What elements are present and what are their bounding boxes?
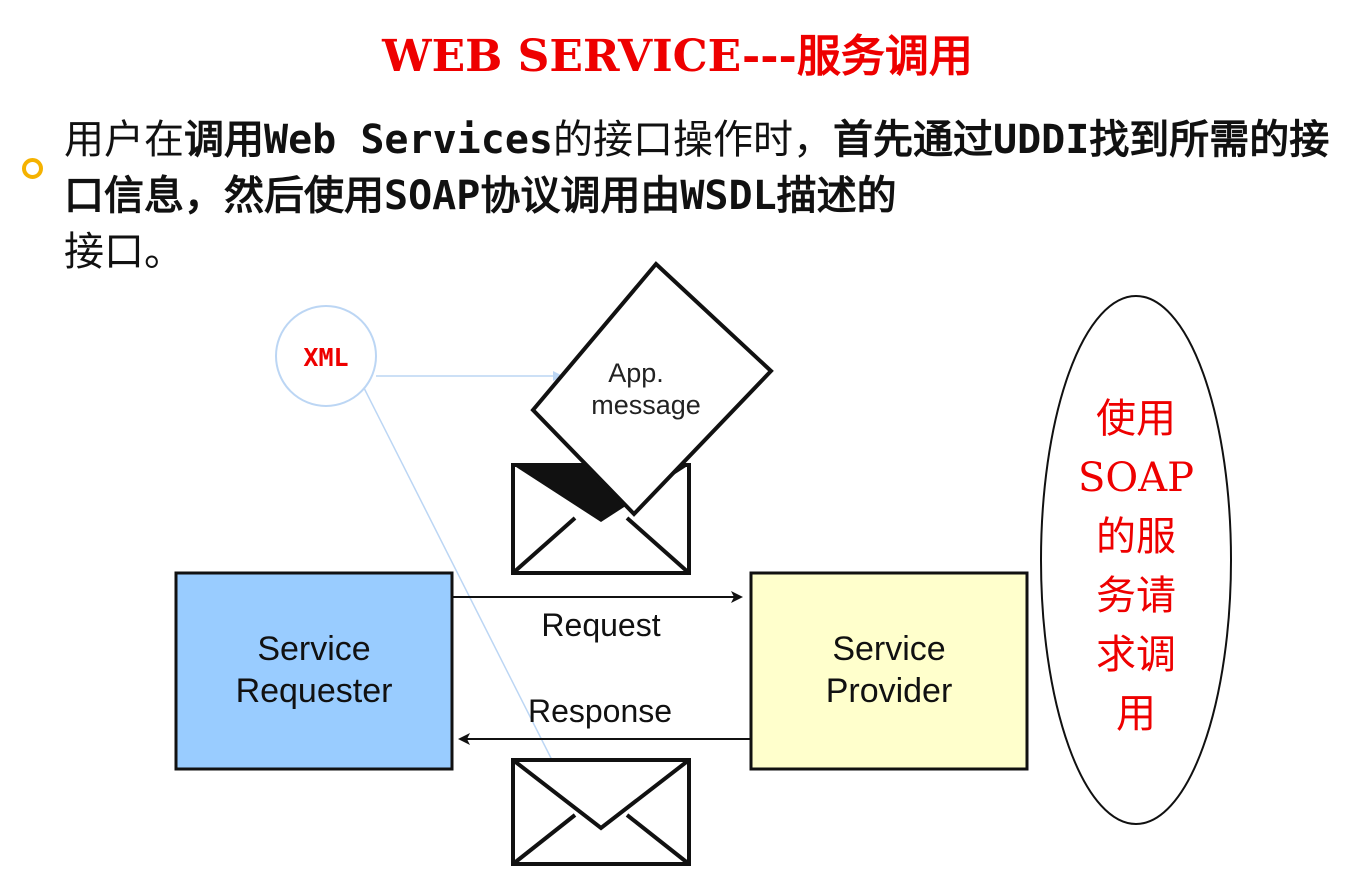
requester-label-line1: Service bbox=[257, 630, 370, 668]
provider-label-line2: Provider bbox=[826, 672, 953, 710]
side-note-line: 使用 bbox=[1096, 396, 1176, 442]
app-message-line1: App. bbox=[608, 358, 664, 388]
side-note-line: 务请 bbox=[1096, 573, 1176, 619]
response-label: Response bbox=[528, 693, 672, 729]
soap-diagram: XML App. message Service Requester Servi… bbox=[174, 261, 1232, 866]
requester-label-line2: Requester bbox=[236, 672, 393, 710]
side-note-line: 求调 bbox=[1096, 632, 1176, 678]
side-note-ellipse bbox=[1040, 295, 1232, 825]
xml-label: XML bbox=[303, 343, 348, 372]
provider-label-line1: Service bbox=[832, 630, 945, 668]
request-label: Request bbox=[541, 607, 660, 643]
service-provider-box bbox=[749, 571, 1029, 771]
response-envelope-icon bbox=[511, 758, 691, 866]
side-note-line: 用 bbox=[1116, 691, 1156, 737]
app-message-line2: message bbox=[591, 390, 701, 420]
service-requester-box bbox=[174, 571, 454, 771]
side-note-line: SOAP bbox=[1078, 455, 1194, 501]
side-note-line: 的服 bbox=[1096, 514, 1176, 560]
